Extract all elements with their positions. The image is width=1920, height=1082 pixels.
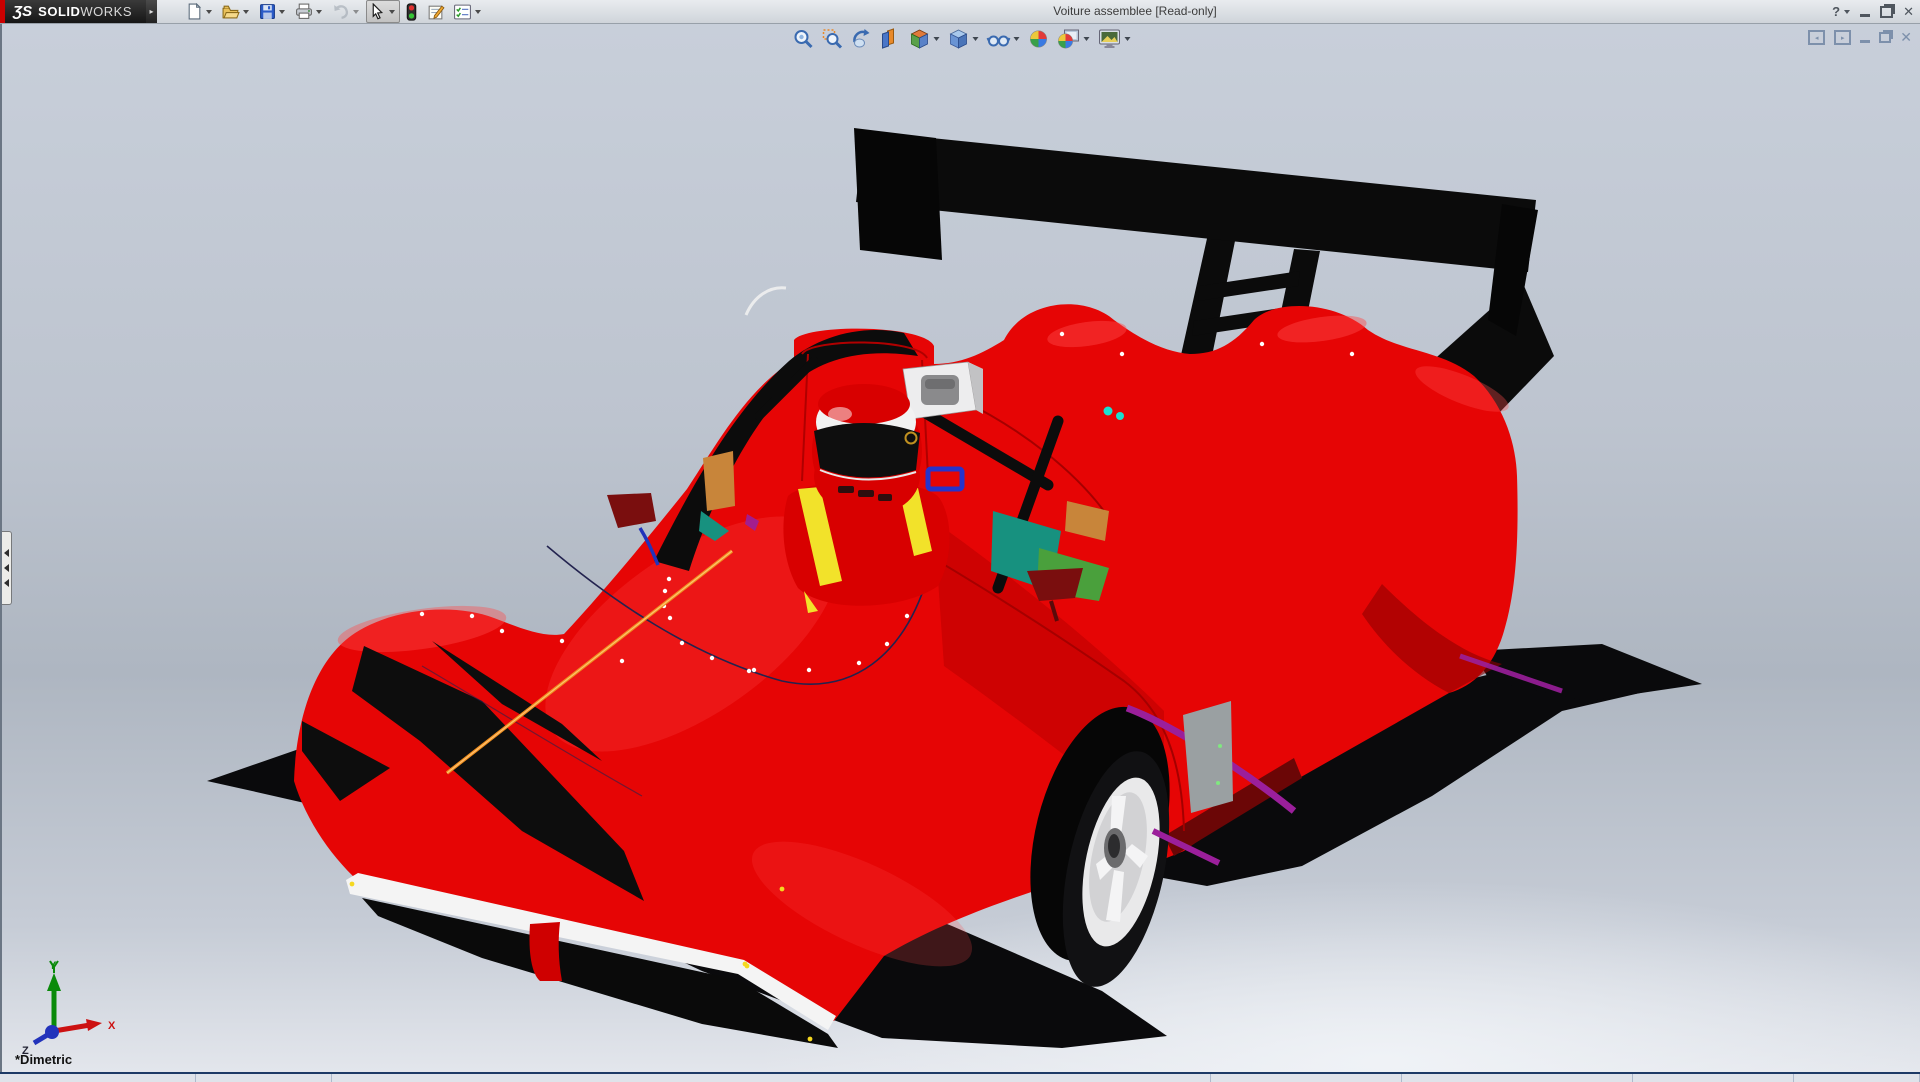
graphics-viewport[interactable]: ◂ ▸ ✕ X Z Y *Dimetric: [0, 24, 1920, 1072]
section-view-icon: [880, 28, 902, 50]
splitter-post: [529, 922, 562, 981]
window-title: Voiture assemblee [Read-only]: [350, 0, 1920, 23]
brand-works: WORKS: [80, 4, 132, 19]
display-style-icon: [948, 28, 970, 50]
print-icon: [295, 3, 313, 20]
dropdown-arrow[interactable]: [934, 37, 940, 41]
hide-show-items-button[interactable]: [985, 27, 1023, 51]
view-orientation-icon: [909, 28, 931, 50]
view-settings-button[interactable]: [1096, 27, 1134, 51]
eyeglasses-icon: [987, 28, 1011, 50]
wing-endplate-left: [854, 128, 942, 260]
solidworks-window: ƷS SOLID WORKS ▸: [0, 0, 1920, 1080]
document-close-button[interactable]: ✕: [1900, 29, 1912, 46]
title-bar: ƷS SOLID WORKS ▸: [0, 0, 1920, 24]
edit-appearance-button[interactable]: [1026, 27, 1052, 51]
dropdown-arrow[interactable]: [243, 10, 249, 14]
dropdown-arrow[interactable]: [1844, 10, 1850, 14]
appearance-ball-icon: [1028, 28, 1050, 50]
collapse-arrow-icon: [4, 564, 9, 572]
status-pane: [0, 1074, 196, 1082]
headsup-view-toolbar: [791, 27, 1134, 51]
reference-triad: X Z Y: [12, 959, 122, 1054]
rotate-view-icon: [851, 28, 873, 50]
save-icon: [259, 3, 276, 20]
ds-logo-mark: ƷS: [13, 3, 32, 20]
view-settings-icon: [1098, 28, 1122, 50]
print-button[interactable]: [292, 0, 327, 23]
windscreen-top-highlight: [746, 288, 786, 315]
restore-button[interactable]: [1880, 6, 1893, 18]
pane-left-button[interactable]: ◂: [1808, 30, 1825, 45]
document-window-controls: ◂ ▸ ✕: [1808, 29, 1912, 46]
gray-side-panel: [1183, 701, 1233, 813]
minimize-button[interactable]: [1860, 6, 1870, 17]
status-bar: [0, 1072, 1920, 1082]
wing-main-plane: [856, 131, 1536, 272]
zoom-to-area-icon: [822, 28, 844, 50]
undo-icon: [332, 3, 350, 20]
new-document-icon: [186, 3, 203, 20]
collapse-arrow-icon: [4, 579, 9, 587]
triad-y-label: Y: [49, 960, 57, 972]
helmet-visor: [814, 423, 920, 478]
document-minimize-button[interactable]: [1860, 32, 1870, 43]
dropdown-arrow[interactable]: [1125, 37, 1131, 41]
status-pane: [1633, 1074, 1794, 1082]
pane-right-button[interactable]: ▸: [1834, 30, 1851, 45]
solidworks-logo: ƷS SOLID WORKS: [0, 0, 146, 23]
apply-scene-icon: [1057, 28, 1081, 50]
air-intake-box: [903, 362, 983, 419]
collapse-arrow-icon: [4, 549, 9, 557]
new-document-button[interactable]: [183, 0, 217, 23]
brand-solid: SOLID: [38, 4, 80, 19]
window-controls: ? ✕: [1832, 0, 1914, 23]
logo-flyout-arrow[interactable]: ▸: [146, 0, 157, 23]
dropdown-arrow[interactable]: [1014, 37, 1020, 41]
logo-red-strip: [0, 0, 5, 23]
status-pane: [1402, 1074, 1633, 1082]
triad-x-label: X: [108, 1020, 116, 1032]
status-pane: [196, 1074, 332, 1082]
dropdown-arrow[interactable]: [206, 10, 212, 14]
apply-scene-button[interactable]: [1055, 27, 1093, 51]
open-document-icon: [222, 3, 240, 20]
dropdown-arrow[interactable]: [279, 10, 285, 14]
status-pane: [1211, 1074, 1402, 1082]
featuremanager-splitter-tab[interactable]: [2, 531, 12, 605]
display-style-button[interactable]: [946, 27, 982, 51]
dropdown-arrow[interactable]: [316, 10, 322, 14]
close-button[interactable]: ✕: [1903, 4, 1914, 20]
restore-icon: [1880, 6, 1893, 18]
dropdown-arrow[interactable]: [1084, 37, 1090, 41]
open-document-button[interactable]: [219, 0, 254, 23]
model-viewport-render: [2, 24, 1920, 1072]
view-orientation-label: *Dimetric: [15, 1052, 72, 1067]
view-orientation-button[interactable]: [907, 27, 943, 51]
document-restore-button[interactable]: [1879, 32, 1891, 43]
zoom-to-fit-button[interactable]: [791, 27, 817, 51]
dropdown-arrow[interactable]: [973, 37, 979, 41]
status-pane: [332, 1074, 1211, 1082]
rotate-view-button[interactable]: [849, 27, 875, 51]
section-view-button[interactable]: [878, 27, 904, 51]
zoom-to-area-button[interactable]: [820, 27, 846, 51]
save-button[interactable]: [256, 0, 290, 23]
status-resize-grip[interactable]: [1794, 1074, 1920, 1082]
zoom-to-fit-icon: [793, 28, 815, 50]
minimize-icon: [1860, 14, 1870, 17]
help-glyph: ?: [1832, 4, 1840, 19]
help-button[interactable]: ?: [1832, 4, 1850, 19]
